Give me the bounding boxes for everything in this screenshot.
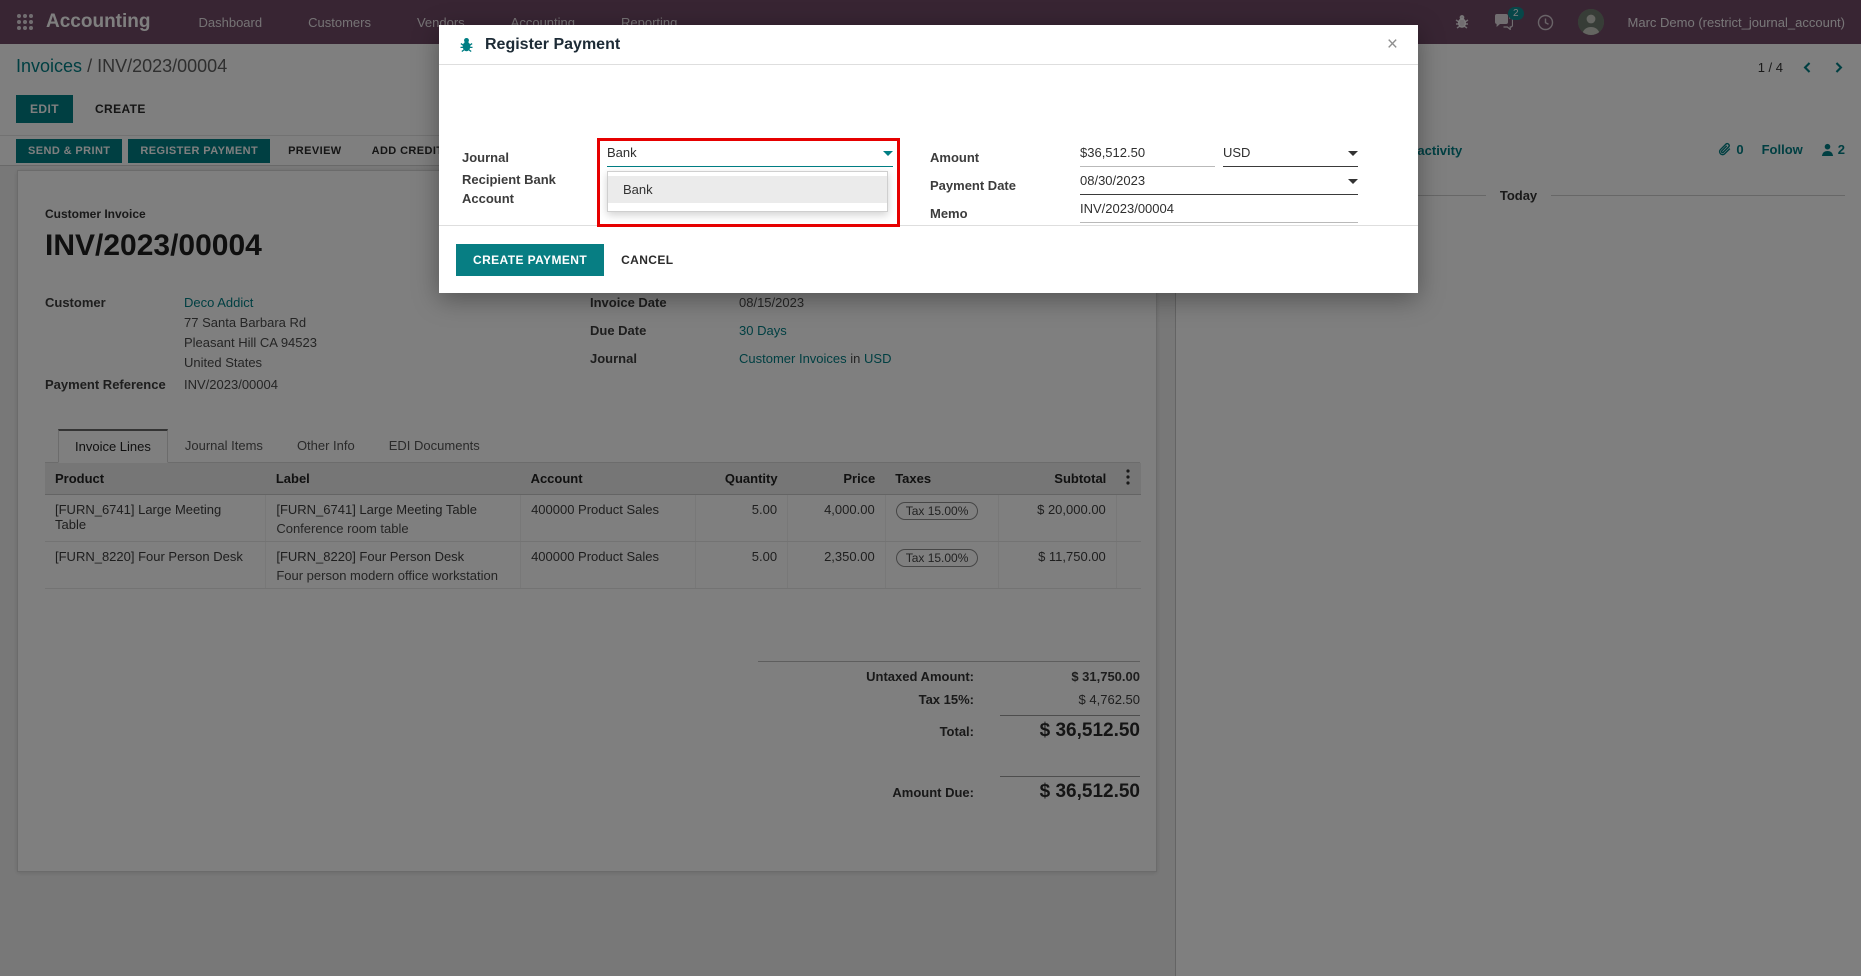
payment-date-field-label: Payment Date [930, 178, 1016, 193]
dialog-body: Journal Bank Bank Recipient Bank Account… [439, 65, 1418, 227]
chevron-down-icon [883, 151, 893, 156]
memo-input[interactable]: INV/2023/00004 [1080, 201, 1358, 223]
journal-option-bank[interactable]: Bank [608, 176, 887, 203]
payment-date-value: 08/30/2023 [1080, 173, 1146, 188]
currency-select-value: USD [1223, 145, 1251, 160]
memo-input-value: INV/2023/00004 [1080, 201, 1174, 216]
cancel-button[interactable]: CANCEL [604, 244, 690, 276]
dialog-title: Register Payment [485, 35, 621, 53]
currency-select[interactable]: USD [1223, 145, 1358, 167]
memo-field-label: Memo [930, 206, 968, 221]
amount-input[interactable]: $36,512.50 [1080, 145, 1215, 167]
payment-date-input[interactable]: 08/30/2023 [1080, 173, 1358, 195]
dialog-header: Register Payment × [439, 25, 1418, 65]
dialog-footer: CREATE PAYMENT CANCEL [439, 225, 1418, 293]
bug-icon [460, 37, 473, 52]
chevron-down-icon [1348, 151, 1358, 156]
journal-select-value: Bank [607, 145, 637, 160]
create-payment-button[interactable]: CREATE PAYMENT [456, 243, 605, 276]
register-payment-dialog: Register Payment × Journal Bank Bank Rec… [439, 25, 1418, 293]
close-icon[interactable]: × [1387, 35, 1398, 54]
chevron-down-icon [1348, 179, 1358, 184]
journal-select[interactable]: Bank [607, 145, 893, 167]
amount-field-label: Amount [930, 150, 980, 165]
amount-input-value: $36,512.50 [1080, 145, 1146, 160]
journal-field-label: Journal [462, 150, 509, 165]
recipient-bank-account-label: Recipient Bank Account [462, 172, 556, 206]
journal-dropdown-menu: Bank [607, 171, 888, 212]
